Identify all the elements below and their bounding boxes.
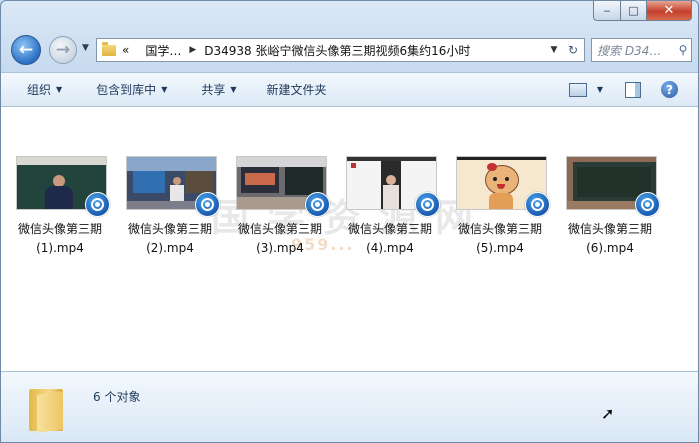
command-bar: 组织 ▼ 包含到库中 ▼ 共享 ▼ 新建文件夹 ▼ ? [1, 72, 698, 107]
file-name: 微信头像第三期 (6).mp4 [560, 220, 660, 258]
file-item[interactable]: 微信头像第三期 (2).mp4 [120, 155, 220, 260]
maximize-button[interactable]: □ [621, 1, 647, 21]
file-item[interactable]: 微信头像第三期 (3).mp4 [230, 155, 330, 260]
file-name: 微信头像第三期 (3).mp4 [230, 220, 330, 258]
change-view-icon[interactable] [568, 82, 587, 97]
chevron-down-icon: ▼ [56, 85, 63, 94]
share-label: 共享 [201, 83, 226, 97]
chevron-down-icon: ▼ [230, 85, 237, 94]
organize-label: 组织 [27, 83, 52, 97]
new-folder-label: 新建文件夹 [266, 83, 327, 97]
file-name: 微信头像第三期 (1).mp4 [10, 220, 110, 258]
help-icon[interactable]: ? [661, 81, 678, 98]
mouse-cursor-icon: ➚ [601, 404, 615, 423]
forward-button[interactable]: → [49, 36, 77, 64]
folder-icon [29, 385, 63, 433]
file-name: 微信头像第三期 (5).mp4 [450, 220, 550, 258]
file-name-line2: (1).mp4 [36, 241, 84, 255]
file-name-line1: 微信头像第三期 [347, 222, 432, 236]
file-name-line2: (3).mp4 [256, 241, 304, 255]
video-file-icon [85, 192, 110, 217]
file-name-line1: 微信头像第三期 [237, 222, 322, 236]
file-item[interactable]: 微信头像第三期 (6).mp4 [560, 155, 660, 260]
file-name-line1: 微信头像第三期 [127, 222, 212, 236]
video-file-icon [525, 192, 550, 217]
file-name-line2: (6).mp4 [586, 241, 634, 255]
minimize-button[interactable]: ‒ [593, 1, 621, 21]
folder-icon [102, 41, 116, 56]
back-button[interactable]: ← [11, 35, 41, 65]
file-name-line2: (2).mp4 [146, 241, 194, 255]
share-menu[interactable]: 共享 ▼ [201, 81, 236, 98]
organize-menu[interactable]: 组织 ▼ [27, 81, 62, 98]
item-count: 6 个对象 [93, 390, 141, 404]
breadcrumb-overflow[interactable]: « [122, 43, 129, 57]
file-list[interactable]: 国学资源网 959... 微信头像第三期 (1).mp4 微信头像第三期 (2)… [1, 107, 698, 371]
chevron-down-icon: ▼ [161, 85, 168, 94]
include-library-label: 包含到库中 [96, 83, 157, 97]
new-folder-button[interactable]: 新建文件夹 [267, 81, 327, 98]
video-file-icon [195, 192, 220, 217]
refresh-button[interactable]: ↻ [562, 38, 585, 62]
view-options-dropdown-icon[interactable]: ▼ [597, 85, 603, 94]
file-name: 微信头像第三期 (4).mp4 [340, 220, 440, 258]
video-file-icon [305, 192, 330, 217]
video-file-icon [415, 192, 440, 217]
toolbar-right: ▼ ? [568, 73, 698, 106]
preview-pane-icon[interactable] [625, 81, 641, 98]
breadcrumb-current[interactable]: D34938 张峪宁微信头像第三期视频6集约16小时 [204, 42, 470, 59]
file-name-line1: 微信头像第三期 [457, 222, 542, 236]
close-button[interactable]: ✕ [647, 1, 692, 21]
search-icon[interactable]: ⚲ [675, 43, 691, 57]
address-bar[interactable]: « 国学… ▶ D34938 张峪宁微信头像第三期视频6集约16小时 ▼ [96, 38, 563, 62]
file-item[interactable]: 微信头像第三期 (4).mp4 [340, 155, 440, 260]
file-name-line2: (5).mp4 [476, 241, 524, 255]
address-dropdown-icon[interactable]: ▼ [546, 45, 562, 55]
file-item[interactable]: 微信头像第三期 (1).mp4 [10, 155, 110, 260]
include-in-library-menu[interactable]: 包含到库中 ▼ [96, 81, 167, 98]
file-name-line1: 微信头像第三期 [17, 222, 102, 236]
search-box[interactable]: 搜索 D34… ⚲ [591, 38, 692, 62]
file-name: 微信头像第三期 (2).mp4 [120, 220, 220, 258]
details-pane: 6 个对象 ➚ [1, 371, 698, 442]
caption-buttons: ‒ □ ✕ [593, 1, 692, 21]
breadcrumb-separator-icon[interactable]: ▶ [189, 45, 196, 55]
video-file-icon [635, 192, 660, 217]
recent-pages-dropdown[interactable]: ▼ [82, 43, 89, 53]
file-name-line2: (4).mp4 [366, 241, 414, 255]
file-name-line1: 微信头像第三期 [567, 222, 652, 236]
explorer-window: ‒ □ ✕ ← → ▼ « 国学… ▶ D34938 张峪宁微信头像第三期视频6… [0, 0, 699, 443]
breadcrumb-parent[interactable]: 国学… [145, 42, 181, 59]
file-item[interactable]: 微信头像第三期 (5).mp4 [450, 155, 550, 260]
navigation-bar: ← → ▼ « 国学… ▶ D34938 张峪宁微信头像第三期视频6集约16小时… [9, 35, 692, 65]
search-input[interactable]: 搜索 D34… [592, 42, 675, 59]
